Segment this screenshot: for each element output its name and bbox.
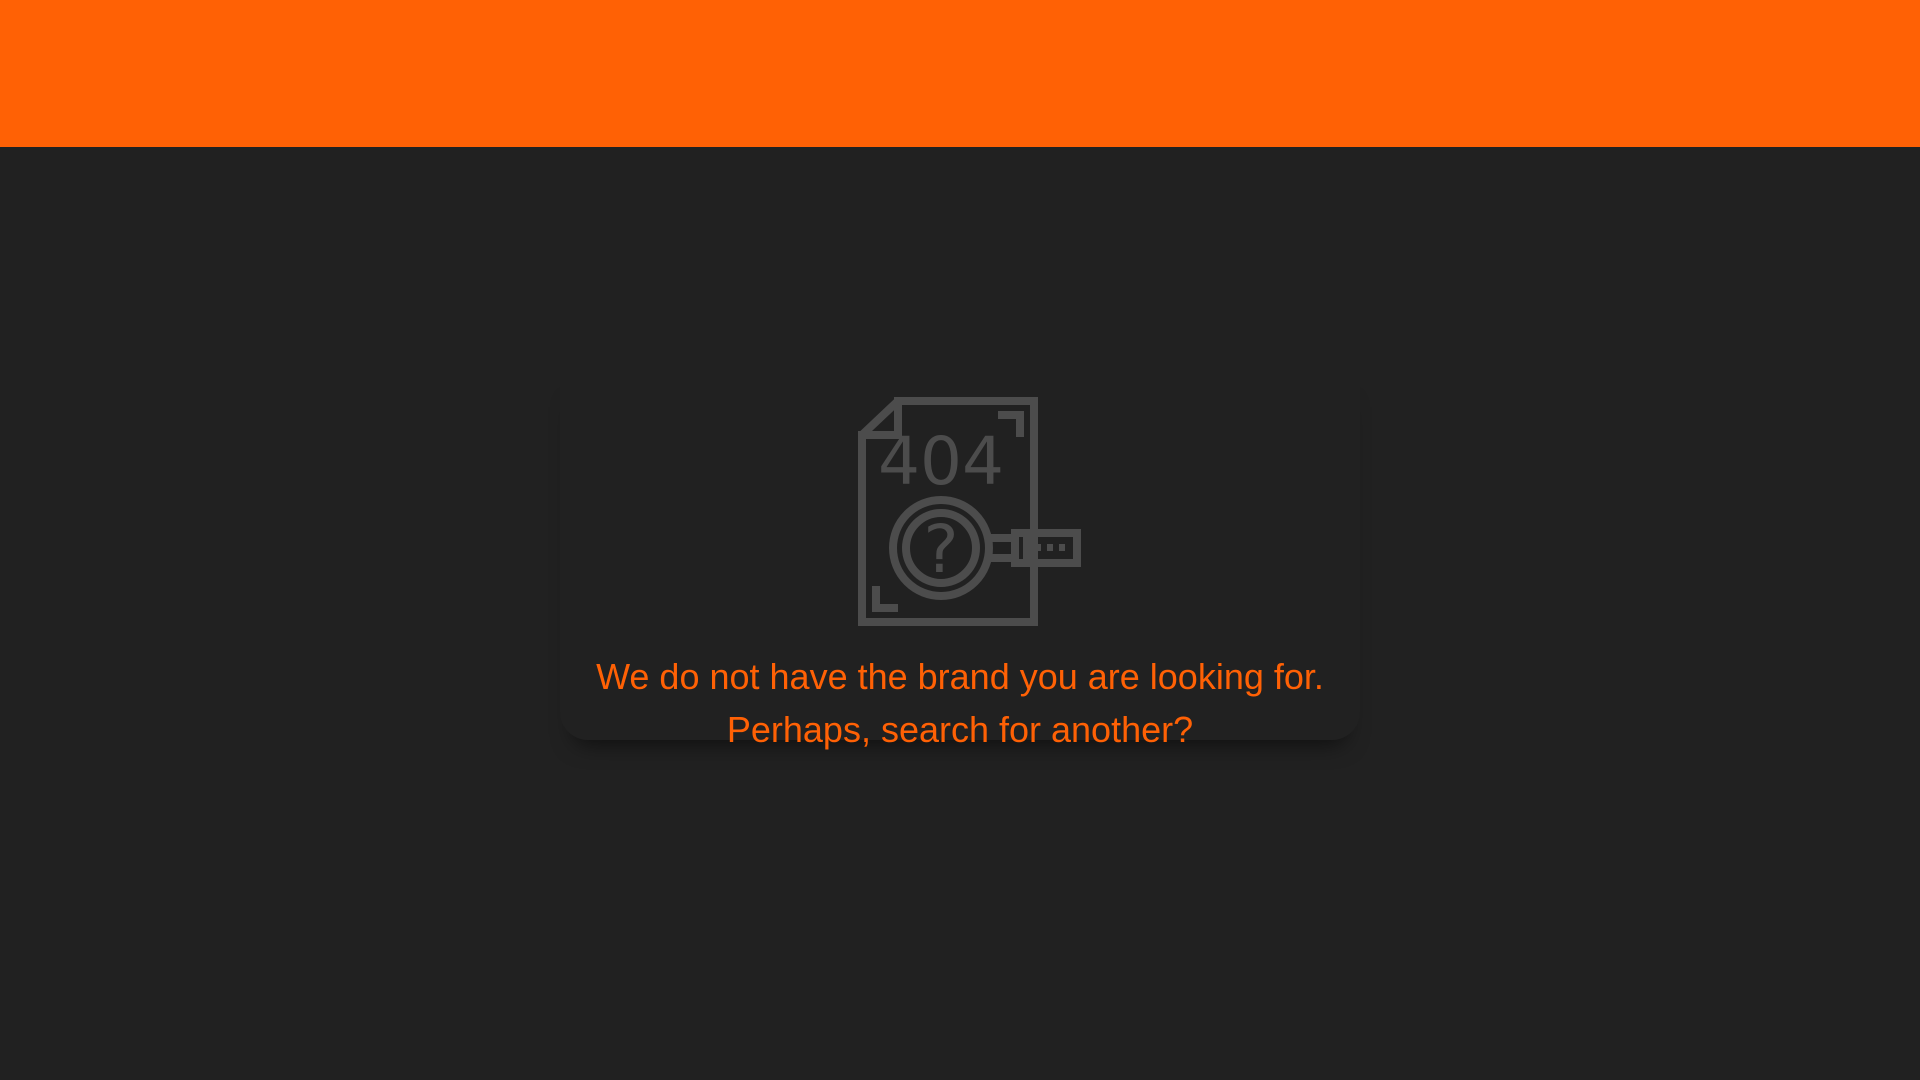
message-line-1: We do not have the brand you are looking… <box>596 656 1324 697</box>
404-code-label: 404 <box>878 423 1004 500</box>
main-content: 404 ? We do not have the brand you are l… <box>0 147 1920 1080</box>
handle-dot <box>1047 544 1053 551</box>
question-mark-symbol: ? <box>923 511 958 588</box>
bottom-left-corner-mark <box>872 586 898 612</box>
not-found-message: We do not have the brand you are looking… <box>560 650 1360 756</box>
message-line-2: Perhaps, search for another? <box>726 709 1194 750</box>
top-right-corner-mark <box>998 411 1024 437</box>
handle-dot <box>1059 544 1065 551</box>
top-header-bar <box>0 0 1920 147</box>
not-found-illustration: 404 ? <box>858 397 1081 626</box>
not-found-card: 404 ? We do not have the brand you are l… <box>560 375 1360 750</box>
404-document-magnifier-icon: 404 ? <box>847 386 1087 626</box>
handle-dot <box>1035 544 1041 551</box>
